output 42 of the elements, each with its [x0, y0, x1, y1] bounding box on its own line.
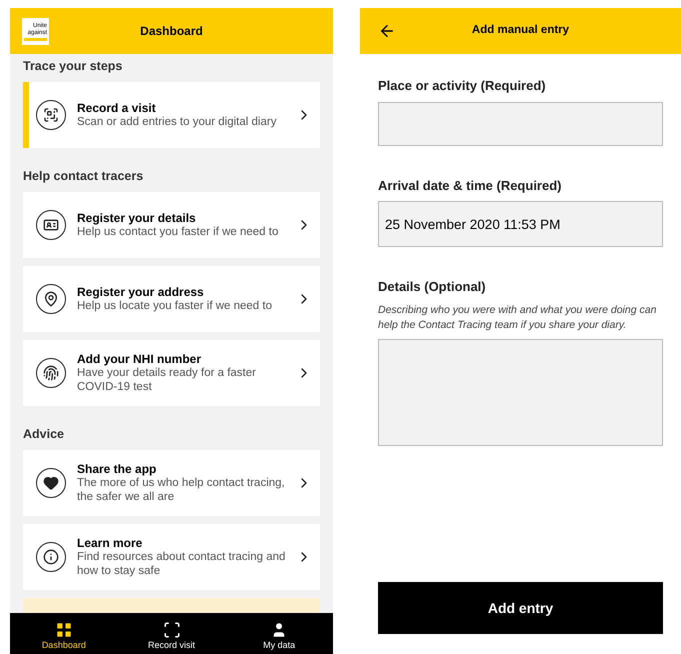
- section-heading: Advice: [23, 426, 65, 443]
- menu-card[interactable]: Register your address Help us locate you faster if we need to: [23, 266, 320, 332]
- card-description: Have your details ready for a faster COVID-19 test: [77, 366, 257, 394]
- card-description: Find resources about contact tracing and how to stay safe: [77, 550, 286, 578]
- details-field[interactable]: [378, 338, 663, 446]
- card-description: Scan or add entries to your digital diary: [77, 115, 278, 129]
- back-button[interactable]: [378, 22, 396, 40]
- field-label: Place or activity (Required): [378, 77, 547, 95]
- menu-card[interactable]: Share the app The more of us who help contact tracing, the safer we all are: [23, 450, 320, 516]
- field-label: Arrival date & time (Required): [378, 176, 562, 195]
- qr-code-icon: [36, 100, 66, 130]
- header-title: Dashboard: [140, 23, 203, 40]
- section-heading: Trace your steps: [23, 58, 124, 75]
- nav-tab[interactable]: Dashboard: [10, 613, 118, 654]
- header-title: Add manual entry: [472, 23, 570, 38]
- menu-card[interactable]: Record a visit Scan or add entries to your digital diary: [23, 82, 320, 148]
- info-icon: [36, 542, 66, 572]
- section-heading: Help contact tracers: [23, 168, 144, 185]
- fingerprint-icon: [36, 358, 66, 388]
- menu-card[interactable]: Register your details Help us contact you faster if we need to: [23, 192, 320, 258]
- nav-tab[interactable]: My data: [225, 613, 334, 654]
- add-entry-button[interactable]: Add entry: [378, 582, 663, 634]
- id-card-icon: [36, 210, 66, 240]
- menu-card[interactable]: Learn more Find resources about contact tracing and how to stay safe: [23, 524, 320, 590]
- card-title: Learn more: [77, 536, 144, 550]
- menu-card[interactable]: Add your NHI number Have your details ready for a faster COVID-19 test: [23, 340, 320, 406]
- card-title: Register your address: [77, 285, 205, 299]
- card-title: Add your NHI number: [77, 352, 202, 366]
- grid-icon: [54, 620, 73, 638]
- map-pin-icon: [36, 284, 66, 314]
- card-description: Help us contact you faster if we need to: [77, 225, 280, 239]
- card-description: The more of us who help contact tracing, the safer we all are: [77, 476, 286, 504]
- card-title: Record a visit: [77, 101, 157, 115]
- card-title: Register your details: [77, 211, 197, 225]
- field-label: Details (Optional): [378, 278, 487, 296]
- card-description: Help us locate you faster if we need to: [77, 299, 273, 313]
- input-field[interactable]: 25 November 2020 11:53 PM: [378, 201, 663, 247]
- scan-icon: [162, 620, 180, 638]
- card-title: Share the app: [77, 462, 158, 476]
- input-field[interactable]: [378, 102, 663, 146]
- help-text: Describing who you were with and what you were doing can help the Contact Tracing team if you share your diary.: [378, 302, 658, 332]
- nav-tab[interactable]: Record visit: [118, 613, 226, 654]
